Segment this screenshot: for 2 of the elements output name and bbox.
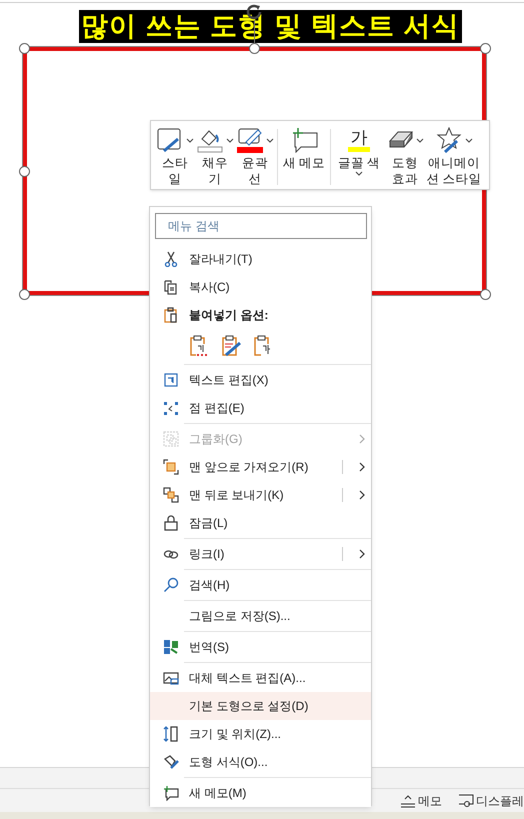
paste-options-header: 붙여넣기 옵션: bbox=[189, 307, 268, 324]
font-glyph: 가 bbox=[350, 128, 368, 146]
